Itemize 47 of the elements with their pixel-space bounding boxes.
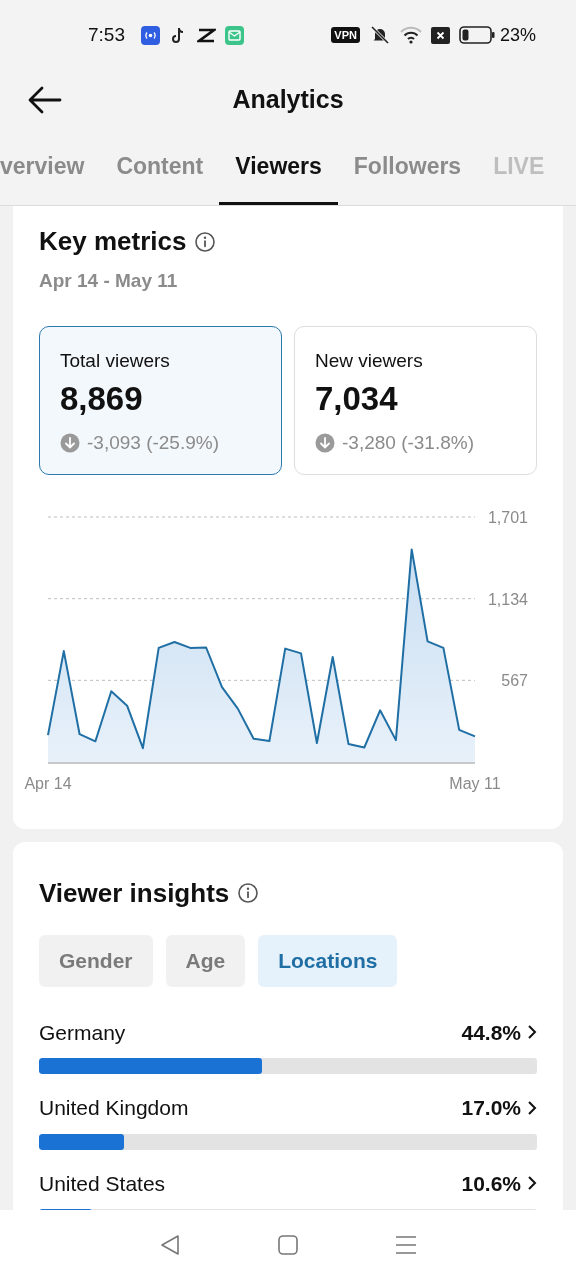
home-nav-icon[interactable] — [278, 1235, 298, 1255]
metric-card[interactable]: Total viewers 8,869 -3,093 (-25.9%) — [39, 325, 282, 475]
info-icon[interactable] — [237, 882, 260, 904]
mail-app-icon — [225, 25, 244, 45]
no-sim-icon — [430, 26, 450, 44]
y-axis-label: 1,134 — [487, 590, 528, 608]
x-axis-label: Apr 14 — [24, 774, 72, 792]
metric-label: Total viewers — [60, 348, 171, 373]
chevron-right-icon[interactable] — [527, 1175, 537, 1192]
metric-card[interactable]: New viewers 7,034 -3,280 (-31.8%) — [294, 325, 537, 475]
back-nav-icon[interactable] — [158, 1234, 181, 1256]
insight-tab[interactable]: Gender — [39, 934, 153, 987]
section-title: Viewer insights — [39, 876, 230, 910]
metric-value: 8,869 — [60, 379, 144, 419]
chevron-right-icon[interactable] — [527, 1099, 537, 1116]
back-arrow-icon[interactable] — [28, 86, 62, 114]
date-range: Apr 14 - May 11 — [39, 269, 179, 293]
tab[interactable]: Followers — [337, 130, 478, 205]
section-title: Key metrics — [39, 225, 187, 258]
battery-percent: 23% — [499, 23, 536, 47]
location-name: Germany — [39, 1019, 126, 1046]
insight-tab[interactable]: Locations — [258, 934, 398, 987]
metric-value: 7,034 — [315, 379, 399, 419]
chevron-right-icon[interactable] — [527, 1024, 537, 1041]
location-percent: 10.6% — [461, 1170, 521, 1197]
muted-bell-icon — [368, 25, 391, 45]
tab[interactable]: verview — [0, 130, 101, 205]
wifi-icon — [399, 26, 422, 44]
metric-change: -3,280 (-31.8%) — [342, 431, 474, 455]
location-name: United States — [39, 1170, 166, 1197]
location-name: United Kingdom — [39, 1095, 189, 1121]
tab[interactable]: Content — [100, 130, 220, 205]
y-axis-label: 567 — [501, 671, 528, 689]
battery-icon — [458, 26, 495, 44]
metric-change: -3,093 (-25.9%) — [87, 431, 219, 455]
y-axis-label: 1,701 — [487, 508, 528, 526]
metric-label: New viewers — [315, 348, 424, 373]
vpn-badge: VPN — [331, 27, 360, 43]
location-percent: 44.8% — [461, 1019, 521, 1046]
x-axis-label: May 11 — [449, 774, 501, 792]
info-icon[interactable] — [194, 230, 217, 253]
status-time: 7:53 — [88, 22, 125, 47]
location-percent: 17.0% — [461, 1095, 521, 1121]
page-title: Analytics — [232, 84, 344, 116]
insight-tab[interactable]: Age — [165, 934, 246, 987]
broadcast-app-icon — [141, 25, 160, 45]
menu-nav-icon[interactable] — [395, 1235, 418, 1255]
